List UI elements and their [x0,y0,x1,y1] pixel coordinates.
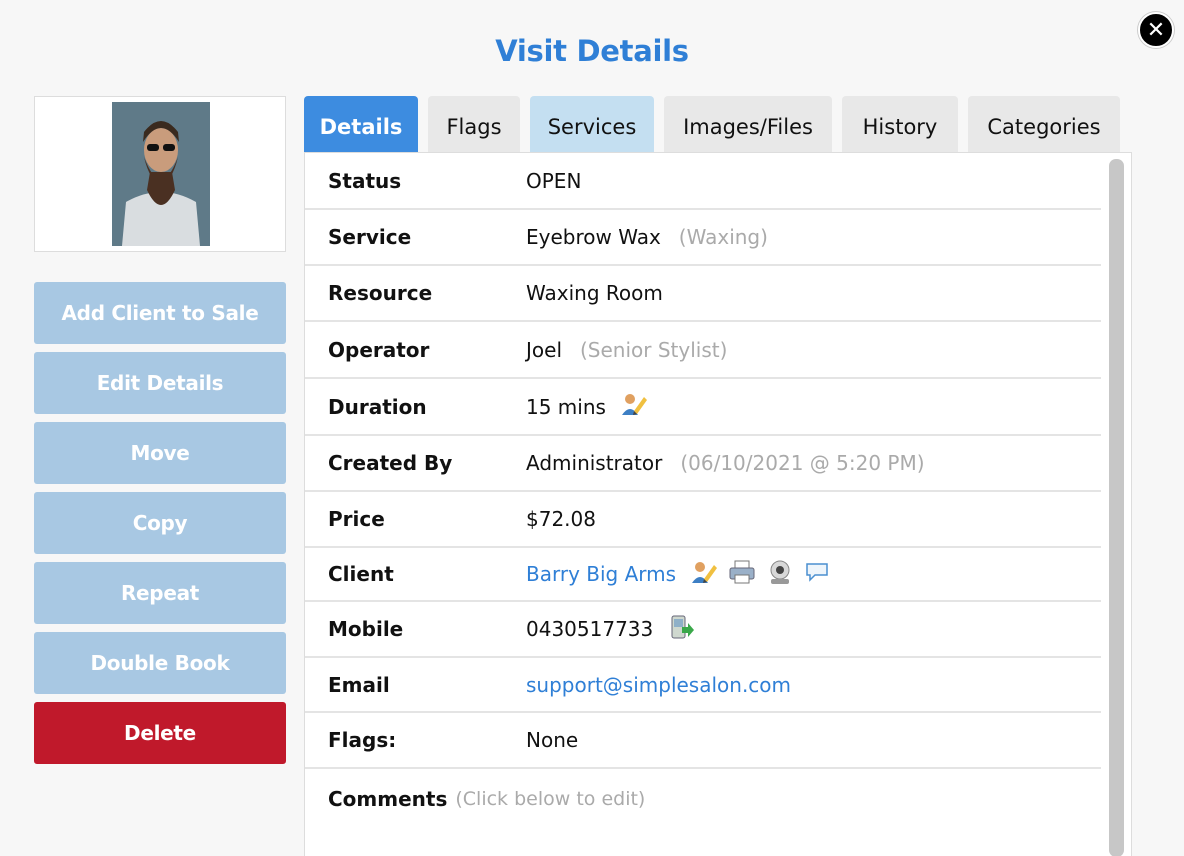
service-value: Eyebrow Wax [526,225,661,249]
edit-client-icon[interactable] [690,559,718,590]
mobile-row: Mobile 0430517733 [305,602,1101,658]
comments-title: Comments [328,787,448,811]
edit-person-icon[interactable] [620,391,648,422]
client-row: Client Barry Big Arms [305,548,1101,602]
flags-label: Flags: [328,728,397,752]
tab-flags[interactable]: Flags [428,96,520,152]
tab-services[interactable]: Services [530,96,654,152]
price-row: Price $72.08 [305,492,1101,548]
resource-label: Resource [328,281,433,305]
resource-value: Waxing Room [526,281,663,305]
flags-value: None [526,728,579,752]
duration-value: 15 mins [526,394,606,419]
copy-button[interactable]: Copy [34,492,286,554]
client-photo-frame [34,96,286,252]
flags-row: Flags: None [305,713,1101,769]
mobile-label: Mobile [328,617,404,641]
double-book-button[interactable]: Double Book [34,632,286,694]
email-link[interactable]: support@simplesalon.com [526,673,791,697]
operator-label: Operator [328,337,430,362]
mobile-value: 0430517733 [526,617,654,641]
status-value: OPEN [526,168,582,193]
comments-row[interactable]: Comments (Click below to edit) [305,769,1101,829]
message-icon[interactable] [804,560,830,589]
print-icon[interactable] [728,559,756,590]
delete-button[interactable]: Delete [34,702,286,764]
status-row: Status OPEN [305,153,1101,210]
price-value: $72.08 [526,507,596,531]
operator-role: (Senior Stylist) [580,337,728,362]
client-name-link[interactable]: Barry Big Arms [526,562,676,586]
status-label: Status [328,168,402,193]
close-icon[interactable]: ✕ [1138,12,1174,48]
duration-label: Duration [328,394,427,419]
duration-row: Duration 15 mins [305,379,1101,436]
service-row: Service Eyebrow Wax (Waxing) [305,210,1101,266]
resource-row: Resource Waxing Room [305,266,1101,322]
tab-details[interactable]: Details [304,96,418,152]
repeat-button[interactable]: Repeat [34,562,286,624]
edit-details-button[interactable]: Edit Details [34,352,286,414]
client-photo[interactable] [112,102,210,246]
webcam-icon[interactable] [766,559,794,590]
client-label: Client [328,562,394,586]
comments-label: Comments (Click below to edit) [328,787,645,811]
service-category: (Waxing) [678,225,768,249]
price-label: Price [328,507,385,531]
move-button[interactable]: Move [34,422,286,484]
scrollbar[interactable] [1109,159,1124,856]
tab-history[interactable]: History [842,96,958,152]
add-client-to-sale-button[interactable]: Add Client to Sale [34,282,286,344]
comments-hint: (Click below to edit) [455,788,646,810]
service-label: Service [328,225,412,249]
email-row: Email support@simplesalon.com [305,658,1101,713]
created-timestamp: (06/10/2021 @ 5:20 PM) [680,451,925,475]
tab-categories[interactable]: Categories [968,96,1120,152]
operator-row: Operator Joel (Senior Stylist) [305,322,1101,379]
email-label: Email [328,672,390,697]
operator-value: Joel [526,337,562,362]
created-by-value: Administrator [526,451,663,475]
created-by-row: Created By Administrator (06/10/2021 @ 5… [305,436,1101,492]
dialog-title: Visit Details [495,34,689,68]
tab-images-files[interactable]: Images/Files [664,96,832,152]
created-by-label: Created By [328,451,453,475]
send-sms-icon[interactable] [669,614,695,645]
details-panel: Status OPEN Service Eyebrow Wax (Waxing)… [304,152,1132,856]
